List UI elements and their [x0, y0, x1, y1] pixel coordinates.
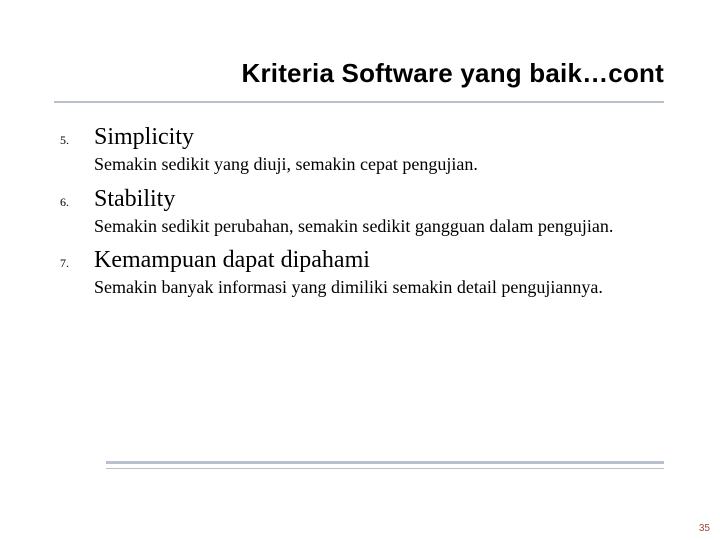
list-item: 5. Simplicity [60, 124, 664, 151]
item-number: 5. [60, 124, 94, 148]
item-number: 6. [60, 186, 94, 210]
slide-title: Kriteria Software yang baik…cont [188, 58, 664, 89]
list-item: 6. Stability [60, 186, 664, 213]
title-divider [54, 101, 664, 103]
slide: Kriteria Software yang baik…cont 5. Simp… [0, 0, 720, 540]
item-number: 7. [60, 247, 94, 271]
footer-divider-thin [106, 468, 664, 469]
content-area: 5. Simplicity Semakin sedikit yang diuji… [60, 124, 664, 309]
item-heading: Simplicity [94, 124, 194, 151]
item-heading: Kemampuan dapat dipahami [94, 247, 370, 274]
item-description: Semakin sedikit yang diuji, semakin cepa… [94, 153, 634, 176]
list-item: 7. Kemampuan dapat dipahami [60, 247, 664, 274]
footer-divider-thick [106, 461, 664, 464]
item-heading: Stability [94, 186, 175, 213]
item-description: Semakin banyak informasi yang dimiliki s… [94, 276, 634, 299]
page-number: 35 [699, 523, 710, 534]
item-description: Semakin sedikit perubahan, semakin sedik… [94, 215, 634, 238]
